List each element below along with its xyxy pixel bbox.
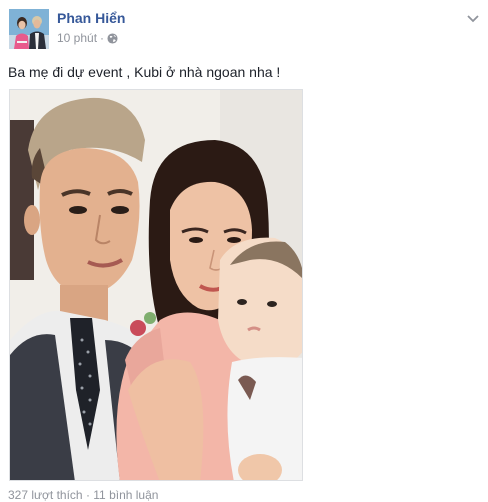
post-timestamp[interactable]: 10 phút (57, 31, 97, 45)
post-photo[interactable] (9, 89, 303, 481)
avatar-image (9, 9, 49, 49)
post-text: Ba mẹ đi dự event , Kubi ở nhà ngoan nha… (8, 64, 281, 80)
photo-image (10, 90, 302, 480)
author-name[interactable]: Phan Hiển (57, 10, 125, 26)
globe-icon[interactable] (107, 32, 118, 44)
chevron-down-icon[interactable] (466, 11, 480, 23)
post-meta: 10 phút · (57, 31, 118, 45)
feed-post: Phan Hiển 10 phút · Ba mẹ đi dự event , … (0, 0, 488, 502)
post-footer-stats[interactable]: 327 lượt thích · 11 bình luận (8, 488, 158, 502)
author-avatar[interactable] (9, 9, 49, 49)
meta-separator: · (100, 31, 105, 45)
